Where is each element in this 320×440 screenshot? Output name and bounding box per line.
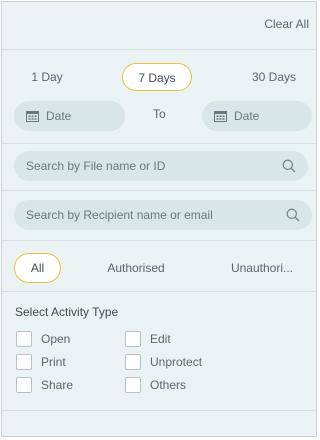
checkbox-label: Open <box>41 332 71 346</box>
activity-checkbox-edit[interactable]: Edit <box>125 330 171 348</box>
calendar-icon <box>214 111 227 122</box>
divider <box>2 190 316 191</box>
period-30-days[interactable]: 30 Days <box>246 63 302 91</box>
activity-checkbox-open[interactable]: Open <box>16 330 70 348</box>
divider <box>2 240 316 241</box>
divider <box>2 143 316 144</box>
checkbox-label: Print <box>41 355 66 369</box>
file-search-input[interactable] <box>26 159 282 173</box>
checkbox[interactable] <box>125 331 141 347</box>
file-search-field <box>14 151 308 181</box>
activity-type-title: Select Activity Type <box>15 305 119 319</box>
filter-all[interactable]: All <box>14 253 61 283</box>
search-icon[interactable] <box>282 159 296 173</box>
search-icon[interactable] <box>286 208 300 222</box>
date-from-placeholder: Date <box>46 109 72 123</box>
date-to-placeholder: Date <box>234 109 260 123</box>
divider <box>2 410 316 411</box>
divider <box>2 49 316 50</box>
activity-checkbox-others[interactable]: Others <box>125 376 186 394</box>
checkbox[interactable] <box>125 377 141 393</box>
period-1-day[interactable]: 1 Day <box>22 63 72 91</box>
filter-unauthorised[interactable]: Unauthori... <box>224 253 300 283</box>
date-from-field[interactable]: Date <box>14 101 125 131</box>
filter-authorised[interactable]: Authorised <box>98 253 174 283</box>
recipient-search-input[interactable] <box>26 208 286 222</box>
checkbox-label: Share <box>41 378 74 392</box>
checkbox[interactable] <box>125 354 141 370</box>
activity-checkbox-unprotect[interactable]: Unprotect <box>125 353 202 371</box>
checkbox-label: Unprotect <box>150 355 203 369</box>
filter-panel: Clear All 1 Day 7 Days 30 Days Date To D… <box>1 1 317 437</box>
activity-checkbox-print[interactable]: Print <box>16 353 66 371</box>
period-7-days[interactable]: 7 Days <box>122 63 192 91</box>
activity-checkbox-share[interactable]: Share <box>16 376 73 394</box>
checkbox-label: Edit <box>150 332 171 346</box>
to-label: To <box>153 107 166 121</box>
divider <box>2 291 316 292</box>
checkbox[interactable] <box>16 377 32 393</box>
clear-all-button[interactable]: Clear All <box>264 17 309 31</box>
checkbox[interactable] <box>16 331 32 347</box>
checkbox[interactable] <box>16 354 32 370</box>
calendar-icon <box>26 111 39 122</box>
checkbox-label: Others <box>150 378 187 392</box>
date-to-field[interactable]: Date <box>202 101 312 131</box>
recipient-search-field <box>14 200 312 230</box>
